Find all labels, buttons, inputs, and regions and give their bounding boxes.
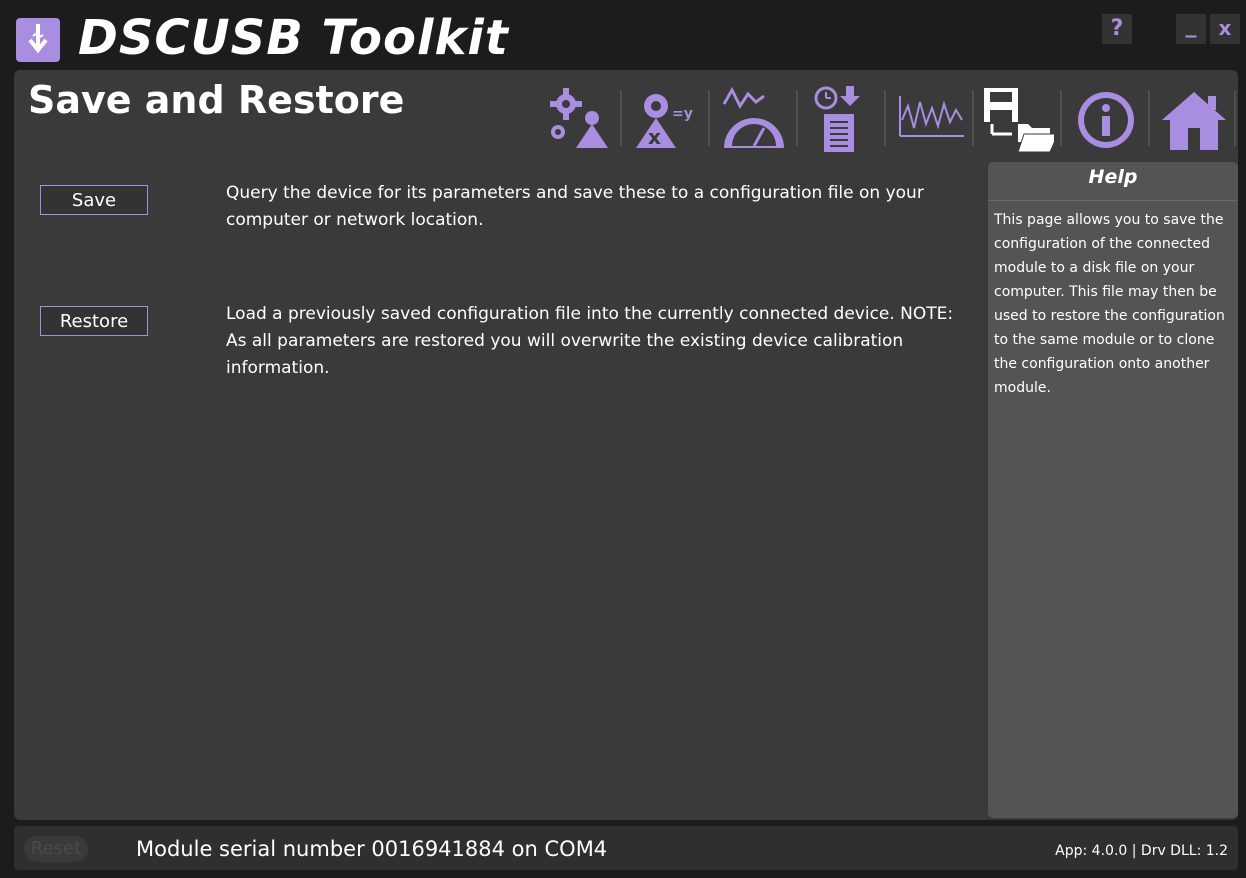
toolbar-button-gauge[interactable] [714,84,792,156]
toolbar-button-calibration[interactable]: x =y [626,84,704,156]
calibration-x-equals-y-icon: x =y [636,94,693,149]
restore-button[interactable]: Restore [40,306,148,336]
module-serial-text: Module serial number 0016941884 on COM4 [136,837,608,861]
toolbar-button-chart[interactable] [890,84,968,156]
app-title: DSCUSB Toolkit [78,10,509,66]
toolbar-button-save-restore[interactable] [978,84,1056,156]
info-icon [1078,92,1134,148]
help-divider [988,200,1238,201]
restore-description: Load a previously saved configuration fi… [226,304,954,378]
status-bar: Reset Module serial number 0016941884 on… [14,826,1238,870]
reset-button-label: Reset [30,838,82,859]
minimize-button-label: _ [1185,13,1197,38]
page-title: Save and Restore [28,78,405,122]
settings-gears-icon [550,88,608,148]
toolbar-button-home[interactable] [1154,84,1232,156]
reset-button[interactable]: Reset [24,836,88,862]
restore-button-label: Restore [59,311,129,332]
close-button[interactable]: x [1210,14,1240,44]
help-text: This page allows you to save the configu… [994,212,1225,396]
save-description: Query the device for its parameters and … [226,183,924,230]
home-icon [1162,92,1226,150]
title-bar: DSCUSB Toolkit ? _ x [0,0,1246,70]
toolbar-separator [796,90,798,146]
minimize-button[interactable]: _ [1176,14,1206,44]
usb-download-app-icon [16,18,60,62]
toolbar-button-info[interactable] [1066,84,1144,156]
close-button-label: x [1218,16,1232,40]
toolbar-separator [884,90,886,146]
save-button[interactable]: Save [40,185,148,215]
svg-text:=y: =y [672,106,693,122]
svg-text:x: x [648,125,661,149]
save-button-label: Save [71,190,117,211]
toolbar-button-settings[interactable] [538,84,616,156]
waveform-chart-icon [899,96,964,137]
toolbar-separator [708,90,710,146]
toolbar-separator [972,90,974,146]
help-title: Help [1088,166,1138,188]
toolbar-separator [1148,90,1150,146]
save-restore-disk-folder-icon [984,88,1054,153]
version-text: App: 4.0.0 | Drv DLL: 1.2 [1055,843,1228,859]
help-button-label: ? [1110,16,1124,41]
toolbar-separator [620,90,622,146]
gauge-meter-icon [722,86,784,148]
datalog-clock-download-icon [814,86,860,152]
toolbar-button-datalog[interactable] [802,84,880,156]
toolbar-separator [1234,90,1236,146]
help-button[interactable]: ? [1102,14,1132,44]
toolbar-separator [1060,90,1062,146]
main-panel: Save and Restore x =y Save Query the dev… [14,70,1238,820]
help-panel: Help This page allows you to save the co… [988,162,1238,818]
